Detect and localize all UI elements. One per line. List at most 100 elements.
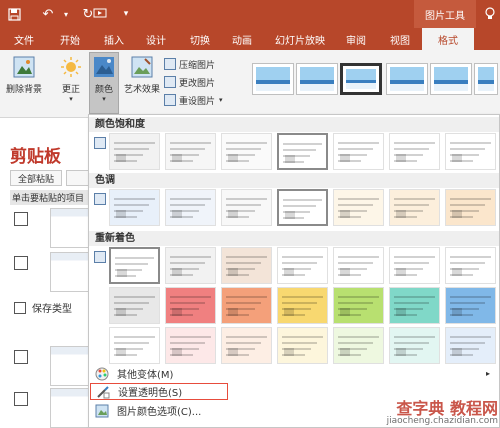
section-tone: 色调 (89, 173, 499, 188)
recolor-swatch[interactable] (221, 287, 272, 324)
recolor-swatch[interactable] (389, 287, 440, 324)
picture-style-2[interactable] (296, 63, 338, 95)
recolor-swatch[interactable] (109, 247, 160, 284)
picture-style-1[interactable] (252, 63, 294, 95)
recolor-swatch[interactable] (389, 327, 440, 364)
recolor-swatch[interactable] (389, 247, 440, 284)
color-button[interactable]: 颜色 ▾ (89, 52, 119, 114)
clipboard-item-thumb (50, 208, 90, 248)
saturation-swatch[interactable] (165, 133, 216, 170)
tab-file[interactable]: 文件 (4, 28, 44, 50)
save-type-label: 保存类型 (32, 304, 72, 315)
customize-icon[interactable]: ▾ (120, 5, 132, 23)
compress-pictures-button[interactable]: 压缩图片 (164, 56, 215, 72)
picture-style-5[interactable] (430, 63, 472, 95)
recolor-swatch[interactable] (277, 327, 328, 364)
saturation-swatch[interactable] (277, 133, 328, 170)
picture-style-3[interactable] (340, 63, 382, 95)
clear-all-button[interactable] (66, 170, 90, 186)
ribbon: 删除背景 更正 ▾ 颜色 ▾ 艺术效果 压缩图片 更改图片 重设图片 ▾ (0, 50, 500, 118)
from-beginning-icon[interactable] (91, 5, 109, 23)
recolor-swatch[interactable] (221, 327, 272, 364)
artistic-effects-icon (131, 56, 153, 78)
recolor-swatch[interactable] (445, 327, 496, 364)
tab-slideshow[interactable]: 幻灯片放映 (268, 28, 332, 50)
recolor-swatch[interactable] (165, 247, 216, 284)
clipboard-item-thumb (50, 346, 90, 386)
color-icon (94, 57, 114, 77)
remove-background-button[interactable]: 删除背景 (4, 56, 44, 108)
tone-swatch[interactable] (165, 189, 216, 226)
color-options-icon (95, 404, 109, 417)
clipboard-item[interactable] (10, 386, 90, 428)
recolor-swatch[interactable] (165, 327, 216, 364)
corrections-label: 更正 (61, 85, 80, 95)
remove-background-icon (13, 56, 35, 78)
recolor-swatch[interactable] (109, 287, 160, 324)
tone-swatch[interactable] (333, 189, 384, 226)
recolor-swatch[interactable] (109, 327, 160, 364)
palette-icon (95, 367, 109, 380)
tab-format[interactable]: 格式 (422, 28, 474, 50)
saturation-swatch[interactable] (109, 133, 160, 170)
title-bar: ↶ ▾ ↻ ▾ 图片工具 (0, 0, 500, 28)
chevron-down-icon: ▾ (69, 95, 73, 103)
tone-swatch[interactable] (389, 189, 440, 226)
sun-icon (61, 57, 81, 77)
tone-swatch[interactable] (109, 189, 160, 226)
tone-swatch[interactable] (445, 189, 496, 226)
recolor-swatch[interactable] (221, 247, 272, 284)
picture-style-6[interactable] (474, 63, 498, 95)
color-label: 颜色 (94, 85, 113, 95)
recolor-swatch[interactable] (333, 247, 384, 284)
save-icon[interactable] (6, 5, 22, 23)
clipboard-item[interactable] (10, 250, 90, 300)
save-type-item[interactable]: 保存类型 (14, 300, 72, 315)
section-recolor: 重新着色 (89, 231, 499, 246)
corrections-button[interactable]: 更正 ▾ (56, 56, 86, 108)
tab-animations[interactable]: 动画 (224, 28, 260, 50)
reset-picture-button[interactable]: 重设图片 ▾ (164, 92, 223, 108)
transparent-color-icon (97, 385, 110, 398)
picture-color-options-label: 图片颜色选项(C)... (117, 407, 202, 418)
recolor-swatch[interactable] (165, 287, 216, 324)
saturation-swatch[interactable] (221, 133, 272, 170)
set-transparent-color-item[interactable]: 设置透明色(S) (90, 383, 228, 400)
recolor-swatch[interactable] (277, 287, 328, 324)
clipboard-item[interactable] (10, 206, 90, 256)
clipboard-pane: 剪贴板 全部粘贴 单击要粘贴的项目 保存类型 (0, 118, 90, 428)
tab-review[interactable]: 审阅 (338, 28, 374, 50)
chevron-down-icon: ▾ (102, 95, 106, 103)
tab-insert[interactable]: 插入 (96, 28, 132, 50)
recolor-swatch[interactable] (445, 287, 496, 324)
recolor-swatch[interactable] (445, 247, 496, 284)
recolor-swatch[interactable] (333, 327, 384, 364)
picture-style-4[interactable] (386, 63, 428, 95)
saturation-swatch[interactable] (445, 133, 496, 170)
tab-transitions[interactable]: 切换 (182, 28, 218, 50)
recolor-row-icon (94, 251, 106, 263)
saturation-row-icon (94, 137, 106, 149)
tab-home[interactable]: 开始 (52, 28, 88, 50)
chevron-down-icon: ▾ (219, 96, 223, 104)
tone-swatch[interactable] (221, 189, 272, 226)
undo-dropdown-icon[interactable]: ▾ (62, 5, 70, 23)
saturation-swatch[interactable] (389, 133, 440, 170)
change-picture-icon (164, 76, 176, 88)
more-variations-item[interactable]: 其他变体(M) ▸ (90, 365, 498, 382)
lightbulb-icon[interactable] (482, 6, 498, 22)
recolor-swatch[interactable] (277, 247, 328, 284)
saturation-swatch[interactable] (333, 133, 384, 170)
tone-swatch[interactable] (277, 189, 328, 226)
change-picture-button[interactable]: 更改图片 (164, 74, 215, 90)
artistic-effects-button[interactable]: 艺术效果 (122, 56, 162, 108)
chevron-right-icon: ▸ (485, 369, 490, 378)
tab-design[interactable]: 设计 (138, 28, 174, 50)
paste-all-button[interactable]: 全部粘贴 (10, 170, 62, 186)
clipboard-item-icon (14, 301, 26, 314)
pane-title: 剪贴板 (10, 147, 61, 167)
undo-icon[interactable]: ↶ (40, 5, 56, 23)
compress-icon (164, 58, 176, 70)
tab-view[interactable]: 视图 (382, 28, 418, 50)
recolor-swatch[interactable] (333, 287, 384, 324)
